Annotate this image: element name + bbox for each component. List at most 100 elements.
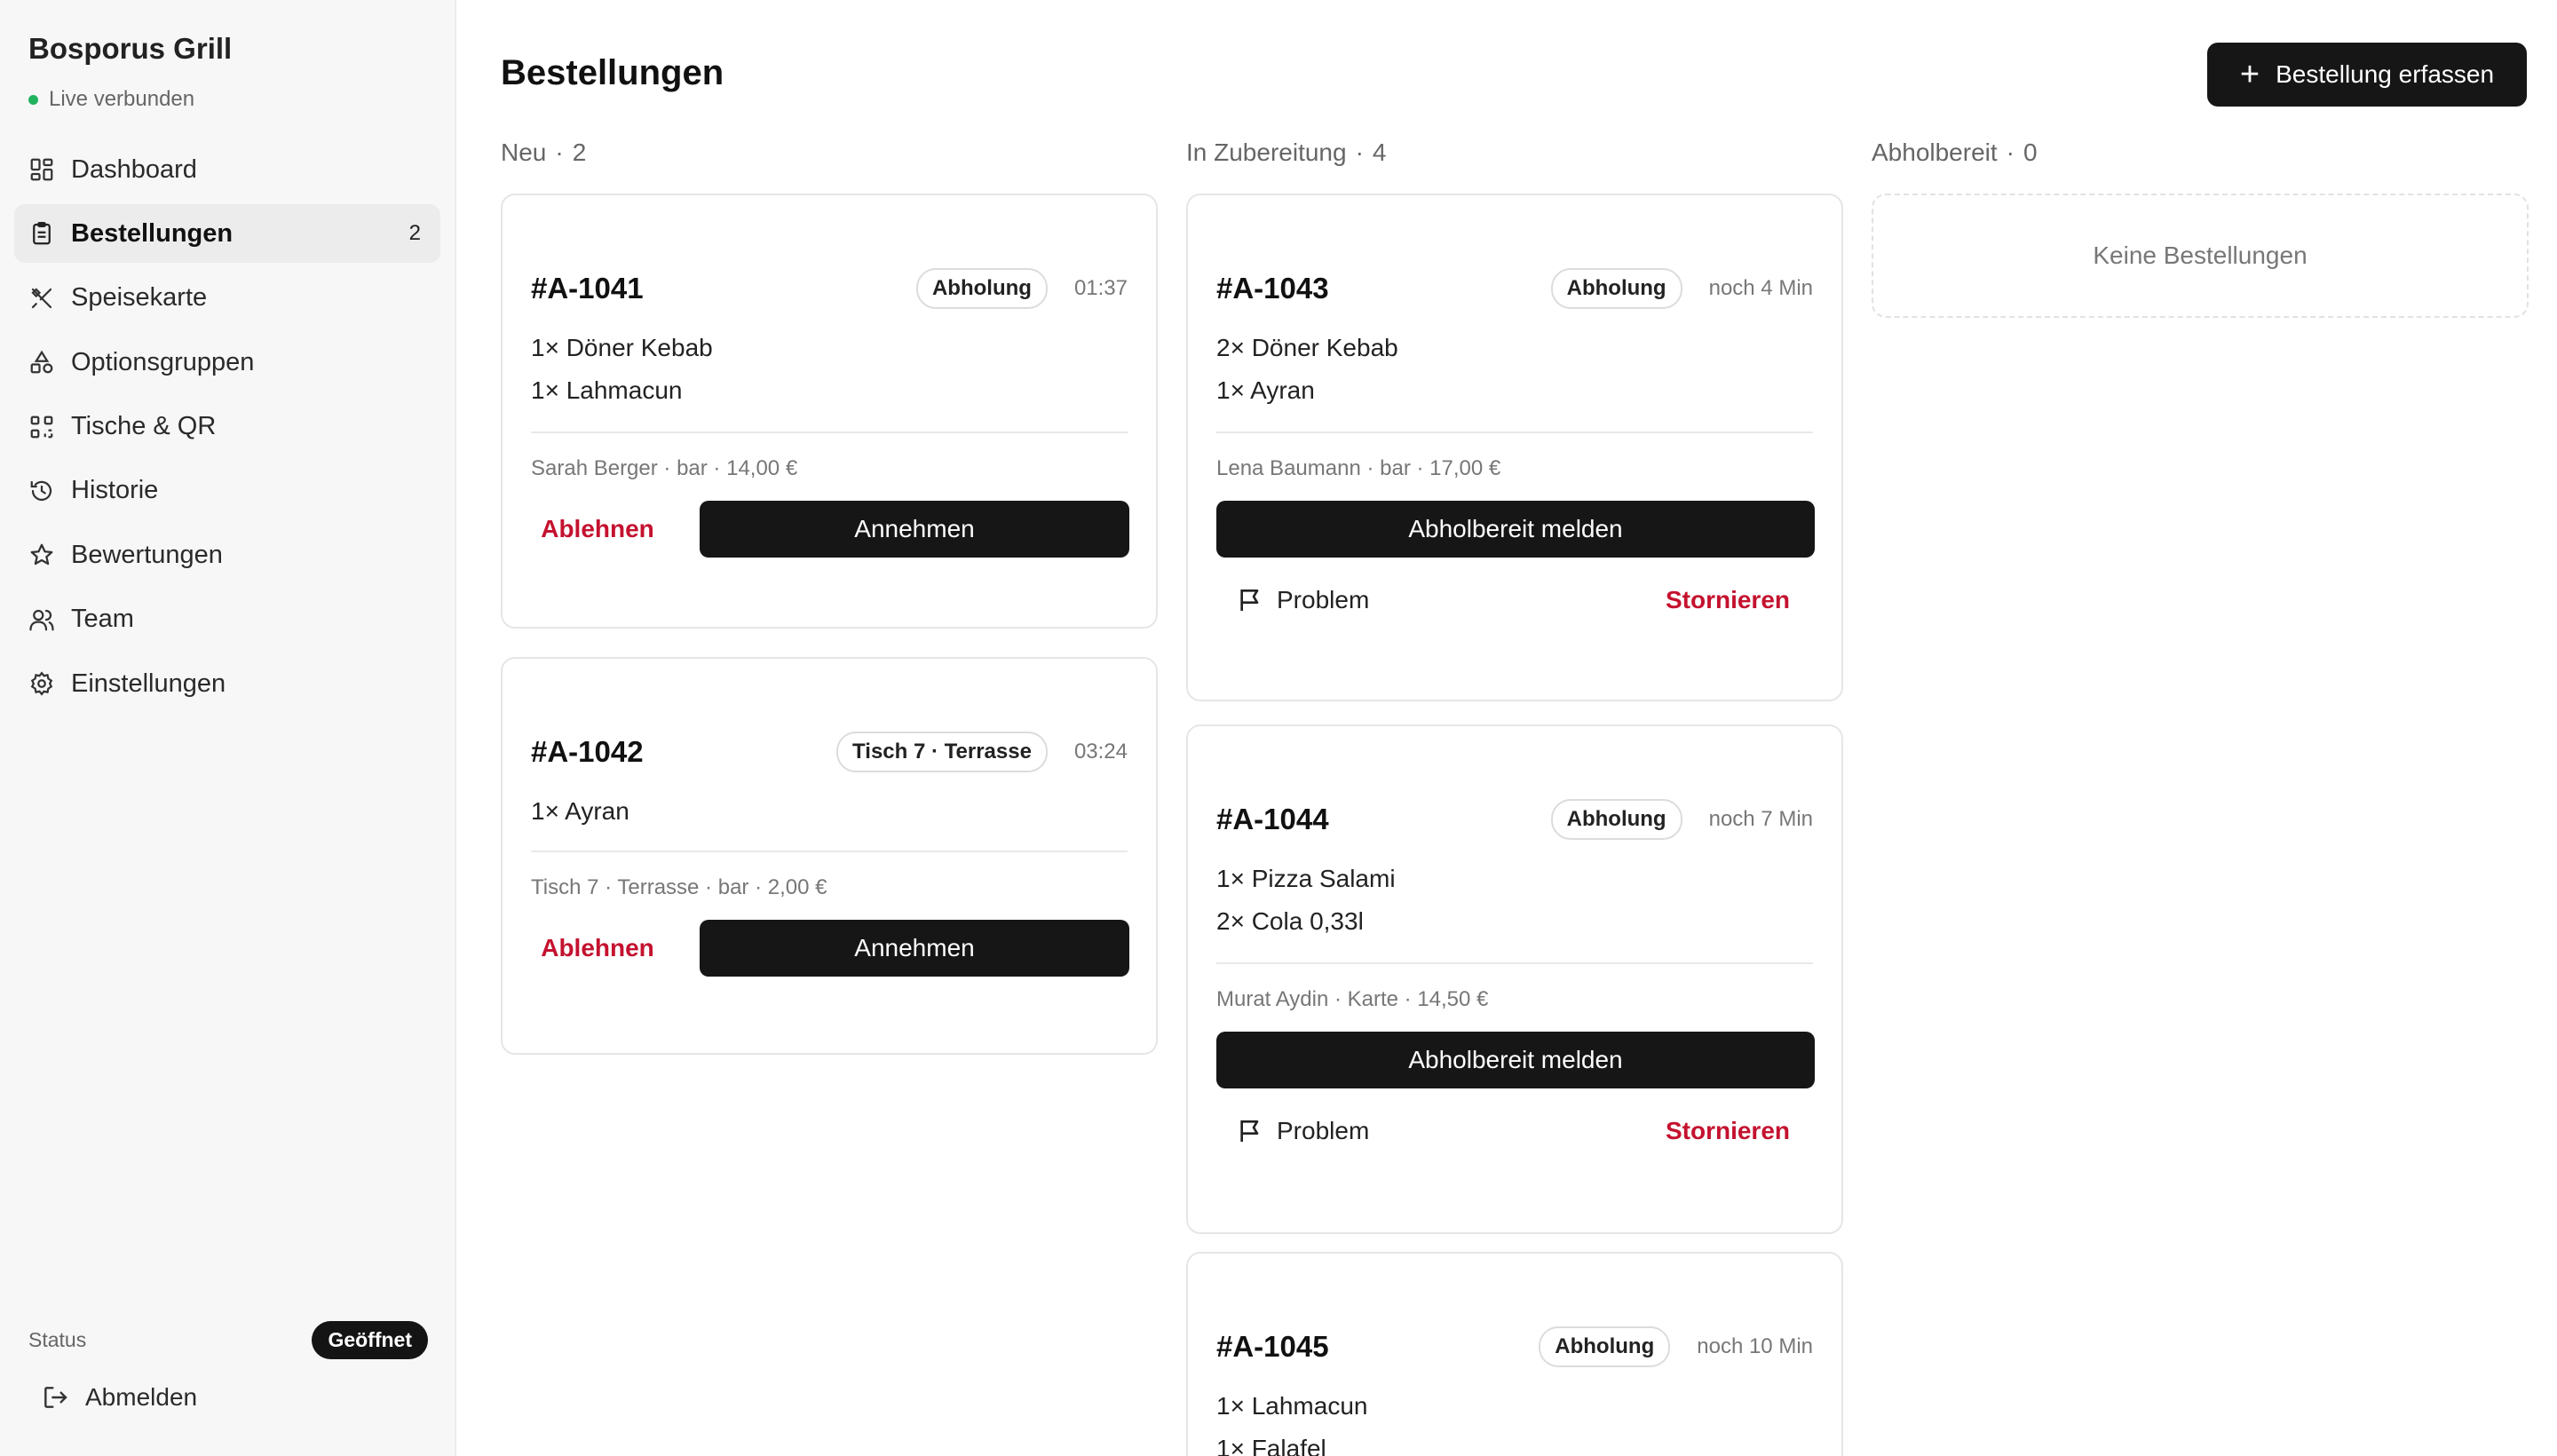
- order-item: 1× Lahmacun: [1216, 1392, 1368, 1420]
- sidebar-nav: Dashboard Bestellungen 2 Speisekarte Opt…: [14, 140, 440, 719]
- problem-button[interactable]: Problem: [1236, 1117, 1369, 1145]
- reject-button[interactable]: Ablehnen: [531, 501, 664, 558]
- column-title: In Zubereitung: [1186, 138, 1347, 166]
- qr-code-icon: [28, 414, 55, 440]
- order-item: 2× Döner Kebab: [1216, 334, 1398, 361]
- column-header: In Zubereitung · 4: [1186, 137, 1843, 169]
- order-timer: noch 10 Min: [1697, 1334, 1813, 1358]
- shapes-icon: [28, 349, 55, 376]
- order-info: Sarah Berger · bar · 14,00 €: [531, 456, 798, 480]
- sidebar-item-label: Optionsgruppen: [71, 347, 255, 376]
- logout-icon: [44, 1387, 67, 1408]
- order-card[interactable]: #A-1043 Abholung noch 4 Min 2× Döner Keb…: [1186, 194, 1843, 701]
- order-info: Lena Baumann · bar · 17,00 €: [1216, 456, 1501, 480]
- card-divider: [531, 431, 1128, 433]
- logout-label: Abmelden: [85, 1383, 198, 1411]
- order-meta: Abholung 01:37: [915, 268, 1128, 309]
- order-item: 1× Falafel: [1216, 1435, 1326, 1456]
- empty-state: Keine Bestellungen: [1872, 194, 2529, 318]
- sidebar-item-label: Einstellungen: [71, 669, 226, 698]
- card-divider: [1216, 431, 1813, 433]
- sidebar-item-settings[interactable]: Einstellungen: [14, 654, 440, 713]
- order-id: #A-1041: [531, 272, 644, 305]
- order-meta: Abholung noch 4 Min: [1550, 268, 1813, 309]
- problem-label: Problem: [1277, 1117, 1370, 1144]
- sidebar-item-label: Bewertungen: [71, 540, 223, 569]
- sidebar-item-label: Team: [71, 605, 134, 634]
- ready-button[interactable]: Abholbereit melden: [1216, 501, 1815, 558]
- sidebar-item-label: Dashboard: [71, 154, 197, 184]
- order-card[interactable]: #A-1044 Abholung noch 7 Min 1× Pizza Sal…: [1186, 724, 1843, 1234]
- sidebar-item-dashboard[interactable]: Dashboard: [14, 140, 440, 199]
- order-id: #A-1044: [1216, 803, 1329, 835]
- sidebar-item-label: Bestellungen: [71, 218, 234, 248]
- column-count: 4: [1372, 138, 1387, 166]
- order-item: 1× Lahmacun: [531, 376, 683, 404]
- order-id: #A-1045: [1216, 1330, 1329, 1363]
- order-item: 2× Cola 0,33l: [1216, 907, 1364, 935]
- sidebar-item-team[interactable]: Team: [14, 590, 440, 649]
- sidebar-item-label: Historie: [71, 476, 159, 505]
- order-id: #A-1042: [531, 735, 644, 768]
- column-header: Abholbereit · 0: [1872, 137, 2529, 169]
- problem-button[interactable]: Problem: [1236, 586, 1369, 614]
- order-meta: Tisch 7 · Terrasse 03:24: [836, 732, 1128, 772]
- sidebar: Bosporus Grill Live verbunden Dashboard …: [0, 0, 456, 1456]
- cancel-button[interactable]: Stornieren: [1666, 586, 1790, 614]
- sidebar-item-tables-qr[interactable]: Tische & QR: [14, 398, 440, 456]
- live-status-label: Live verbunden: [49, 87, 195, 111]
- sidebar-item-reviews[interactable]: Bewertungen: [14, 526, 440, 584]
- reject-button[interactable]: Ablehnen: [531, 920, 664, 977]
- order-timer: noch 4 Min: [1708, 276, 1813, 300]
- status-label: Status: [28, 1327, 87, 1351]
- order-card[interactable]: #A-1045 Abholung noch 10 Min 1× Lahmacun…: [1186, 1252, 1843, 1456]
- live-status: Live verbunden: [28, 87, 194, 112]
- order-items: 2× Döner Kebab 1× Ayran: [1216, 327, 1398, 412]
- sidebar-item-orders[interactable]: Bestellungen 2: [14, 204, 440, 264]
- users-icon: [28, 606, 55, 633]
- ready-button[interactable]: Abholbereit melden: [1216, 1032, 1815, 1088]
- orders-icon: [28, 220, 55, 247]
- live-dot-icon: [28, 94, 38, 105]
- plus-icon: +: [2239, 56, 2260, 93]
- order-card[interactable]: #A-1042 Tisch 7 · Terrasse 03:24 1× Ayra…: [501, 657, 1158, 1055]
- column-separator: ·: [555, 138, 564, 166]
- new-order-button[interactable]: + Bestellung erfassen: [2207, 43, 2527, 107]
- order-card[interactable]: #A-1041 Abholung 01:37 1× Döner Kebab 1×…: [501, 194, 1158, 629]
- order-item: 1× Pizza Salami: [1216, 865, 1396, 892]
- cancel-button[interactable]: Stornieren: [1666, 1117, 1790, 1145]
- column-ready: Abholbereit · 0 Keine Bestellungen: [1872, 137, 2529, 318]
- order-meta: Abholung noch 10 Min: [1539, 1326, 1813, 1367]
- order-item: 1× Ayran: [1216, 376, 1315, 404]
- sidebar-item-history[interactable]: Historie: [14, 462, 440, 520]
- star-icon: [28, 542, 55, 568]
- history-icon: [28, 478, 55, 504]
- sidebar-item-option-groups[interactable]: Optionsgruppen: [14, 333, 440, 392]
- order-timer: 03:24: [1073, 740, 1128, 764]
- order-type-badge: Abholung: [1550, 799, 1682, 840]
- problem-label: Problem: [1277, 586, 1370, 613]
- status-toggle[interactable]: Geöffnet: [312, 1320, 428, 1359]
- order-type-badge: Abholung: [1550, 268, 1682, 309]
- sidebar-item-menu[interactable]: Speisekarte: [14, 269, 440, 328]
- order-type-badge: Abholung: [1539, 1326, 1671, 1367]
- column-separator: ·: [1355, 138, 1364, 166]
- order-type-badge: Tisch 7 · Terrasse: [836, 732, 1048, 772]
- accept-button[interactable]: Annehmen: [700, 920, 1129, 977]
- order-item: 1× Ayran: [531, 797, 629, 825]
- column-count: 2: [572, 138, 587, 166]
- order-id: #A-1043: [1216, 272, 1329, 305]
- dashboard-icon: [28, 156, 55, 183]
- order-item: 1× Döner Kebab: [531, 334, 713, 361]
- order-items: 1× Ayran: [531, 790, 629, 833]
- logout-button[interactable]: Abmelden: [41, 1383, 197, 1412]
- column-count: 0: [2023, 138, 2038, 166]
- card-divider: [1216, 962, 1813, 964]
- order-type-badge: Abholung: [915, 268, 1048, 309]
- column-header: Neu · 2: [501, 137, 1158, 169]
- order-meta: Abholung noch 7 Min: [1550, 799, 1813, 840]
- sidebar-item-label: Tische & QR: [71, 412, 217, 441]
- column-separator: ·: [2006, 138, 2015, 166]
- accept-button[interactable]: Annehmen: [700, 501, 1129, 558]
- order-items: 1× Döner Kebab 1× Lahmacun: [531, 327, 713, 412]
